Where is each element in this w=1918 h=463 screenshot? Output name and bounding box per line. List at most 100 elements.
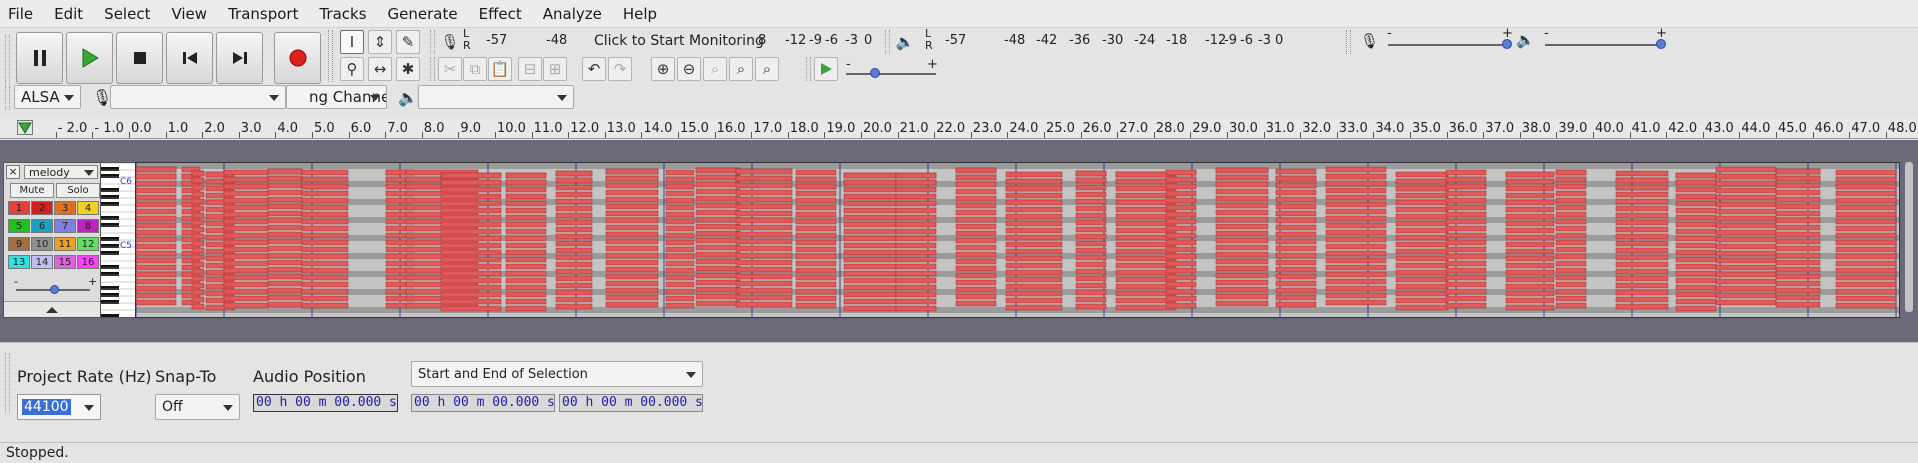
ruler-tick-label: 1.0 [167,121,189,136]
menu-analyze[interactable]: Analyze [543,5,602,23]
channel-toggle-13[interactable]: 13 [8,255,30,269]
vertical-scrollbar[interactable] [1905,162,1913,312]
toolbar-grip[interactable] [328,30,333,82]
pause-button[interactable] [16,32,63,84]
record-meter-prompt[interactable]: Click to Start Monitoring [594,33,764,49]
solo-button[interactable]: Solo [56,183,100,198]
toolbar-grip[interactable] [806,57,811,81]
timeshift-tool-button[interactable]: ↔ [368,57,392,81]
zoom-selection-button[interactable]: ⌕ [703,57,727,81]
selection-start-field[interactable]: 00 h 00 m 00.000 s [411,394,555,412]
toolbar-grip[interactable] [430,30,435,54]
menu-effect[interactable]: Effect [479,5,522,23]
cut-button[interactable]: ✂ [438,57,462,81]
ruler-tick-mark [751,132,753,138]
selection-end-field[interactable]: 00 h 00 m 00.000 s [559,394,703,412]
playback-meter-button[interactable]: 🔈 [893,30,917,54]
mute-button[interactable]: Mute [10,183,54,198]
menu-help[interactable]: Help [623,5,657,23]
paste-button[interactable]: 📋 [488,57,512,81]
menu-transport[interactable]: Transport [228,5,298,23]
channel-toggle-7[interactable]: 7 [54,219,76,233]
project-rate-value[interactable]: 44100 [22,399,71,415]
recording-device-dropdown[interactable] [110,85,286,109]
play-button[interactable] [66,32,113,84]
stop-button[interactable] [116,32,163,84]
recording-channels-dropdown[interactable]: ng Channels [286,85,387,109]
menu-tracks[interactable]: Tracks [319,5,366,23]
channel-toggle-6[interactable]: 6 [31,219,53,233]
velocity-thumb[interactable] [50,285,59,294]
menu-edit[interactable]: Edit [54,5,83,23]
piano-keyboard[interactable]: C6 C5 [101,162,135,318]
note-track[interactable] [135,162,1900,318]
envelope-tool-button[interactable]: ⇕ [368,30,392,54]
toolbar-grip[interactable] [5,86,10,110]
play-at-speed-button[interactable] [814,57,838,81]
toolbar-grip[interactable] [5,35,10,87]
zoom-tool-button[interactable]: ⚲ [340,57,364,81]
recording-volume-thumb[interactable] [1502,39,1512,49]
channel-toggle-9[interactable]: 9 [8,237,30,251]
channel-toggle-12[interactable]: 12 [77,237,99,251]
toolbar-grip[interactable] [5,353,10,413]
recording-volume-slider[interactable] [1388,44,1508,46]
timeline-ruler[interactable]: - 2.0 - 1.0 0.0 1.0 2.0 3.0 4.0 5.0 6.0 7.0 8.0 9.0… [0,118,1918,139]
playback-device-dropdown[interactable] [418,85,574,109]
selection-tool-button[interactable]: I [340,30,364,54]
multi-tool-button[interactable]: ✱ [396,57,420,81]
menu-generate[interactable]: Generate [388,5,458,23]
skip-end-button[interactable] [216,32,263,84]
audio-position-field[interactable]: 00 h 00 m 00.000 s [253,394,398,412]
project-rate-combo[interactable]: 44100 [17,394,101,420]
channel-toggle-2[interactable]: 2 [31,201,53,215]
audio-position-value: 00 h 00 m 00.000 s [256,395,397,410]
menu-select[interactable]: Select [104,5,150,23]
ibeam-icon: I [349,33,355,51]
trim-icon: ⊟ [523,60,537,78]
play-speed-slider[interactable] [846,73,936,75]
channel-toggle-11[interactable]: 11 [54,237,76,251]
zoom-toggle-button[interactable]: ⌕ [755,57,779,81]
channel-toggle-5[interactable]: 5 [8,219,30,233]
zoom-in-button[interactable]: ⊕ [651,57,675,81]
snap-to-dropdown[interactable]: Off [155,394,240,420]
channel-toggle-4[interactable]: 4 [77,201,99,215]
menu-view[interactable]: View [171,5,207,23]
menu-file[interactable]: File [8,5,33,23]
play-speed-thumb[interactable] [870,68,880,78]
undo-button[interactable]: ↶ [582,57,606,81]
skip-start-button[interactable] [166,32,213,84]
toolbar-grip[interactable] [885,30,890,54]
playback-volume-slider[interactable] [1545,44,1662,46]
zoom-out-button[interactable]: ⊖ [677,57,701,81]
record-meter-button[interactable]: 🎙 [438,30,462,54]
close-track-button[interactable]: × [6,165,20,179]
channel-toggle-8[interactable]: 8 [77,219,99,233]
zoom-fit-button[interactable]: ⌕ [729,57,753,81]
silence-button[interactable]: ⊞ [543,57,567,81]
copy-button[interactable]: ⧉ [463,57,487,81]
ruler-ticks: - 2.0 - 1.0 0.0 1.0 2.0 3.0 4.0 5.0 6.0 7.0 8.0 9.0… [0,118,1918,138]
channel-toggle-14[interactable]: 14 [31,255,53,269]
redo-button[interactable]: ↷ [608,57,632,81]
ruler-tick-mark [1153,132,1155,138]
trim-button[interactable]: ⊟ [518,57,542,81]
ruler-tick-mark [934,132,936,138]
channel-toggle-10[interactable]: 10 [31,237,53,251]
track-name-menu[interactable]: melody [24,165,98,179]
draw-tool-button[interactable]: ✎ [396,30,420,54]
playback-volume-thumb[interactable] [1656,39,1666,49]
microphone-icon: 🎙 [440,33,460,51]
channel-toggle-15[interactable]: 15 [54,255,76,269]
collapse-track-button[interactable] [4,301,100,317]
channel-toggle-3[interactable]: 3 [54,201,76,215]
audio-host-dropdown[interactable]: ALSA [14,85,81,109]
selection-mode-dropdown[interactable]: Start and End of Selection [411,361,703,387]
record-button[interactable] [274,32,321,84]
channel-toggle-16[interactable]: 16 [77,255,99,269]
toolbar-grip[interactable] [1346,30,1351,54]
channel-toggle-1[interactable]: 1 [8,201,30,215]
zoom-toggle-icon: ⌕ [762,60,772,78]
toolbar-grip[interactable] [430,57,435,81]
